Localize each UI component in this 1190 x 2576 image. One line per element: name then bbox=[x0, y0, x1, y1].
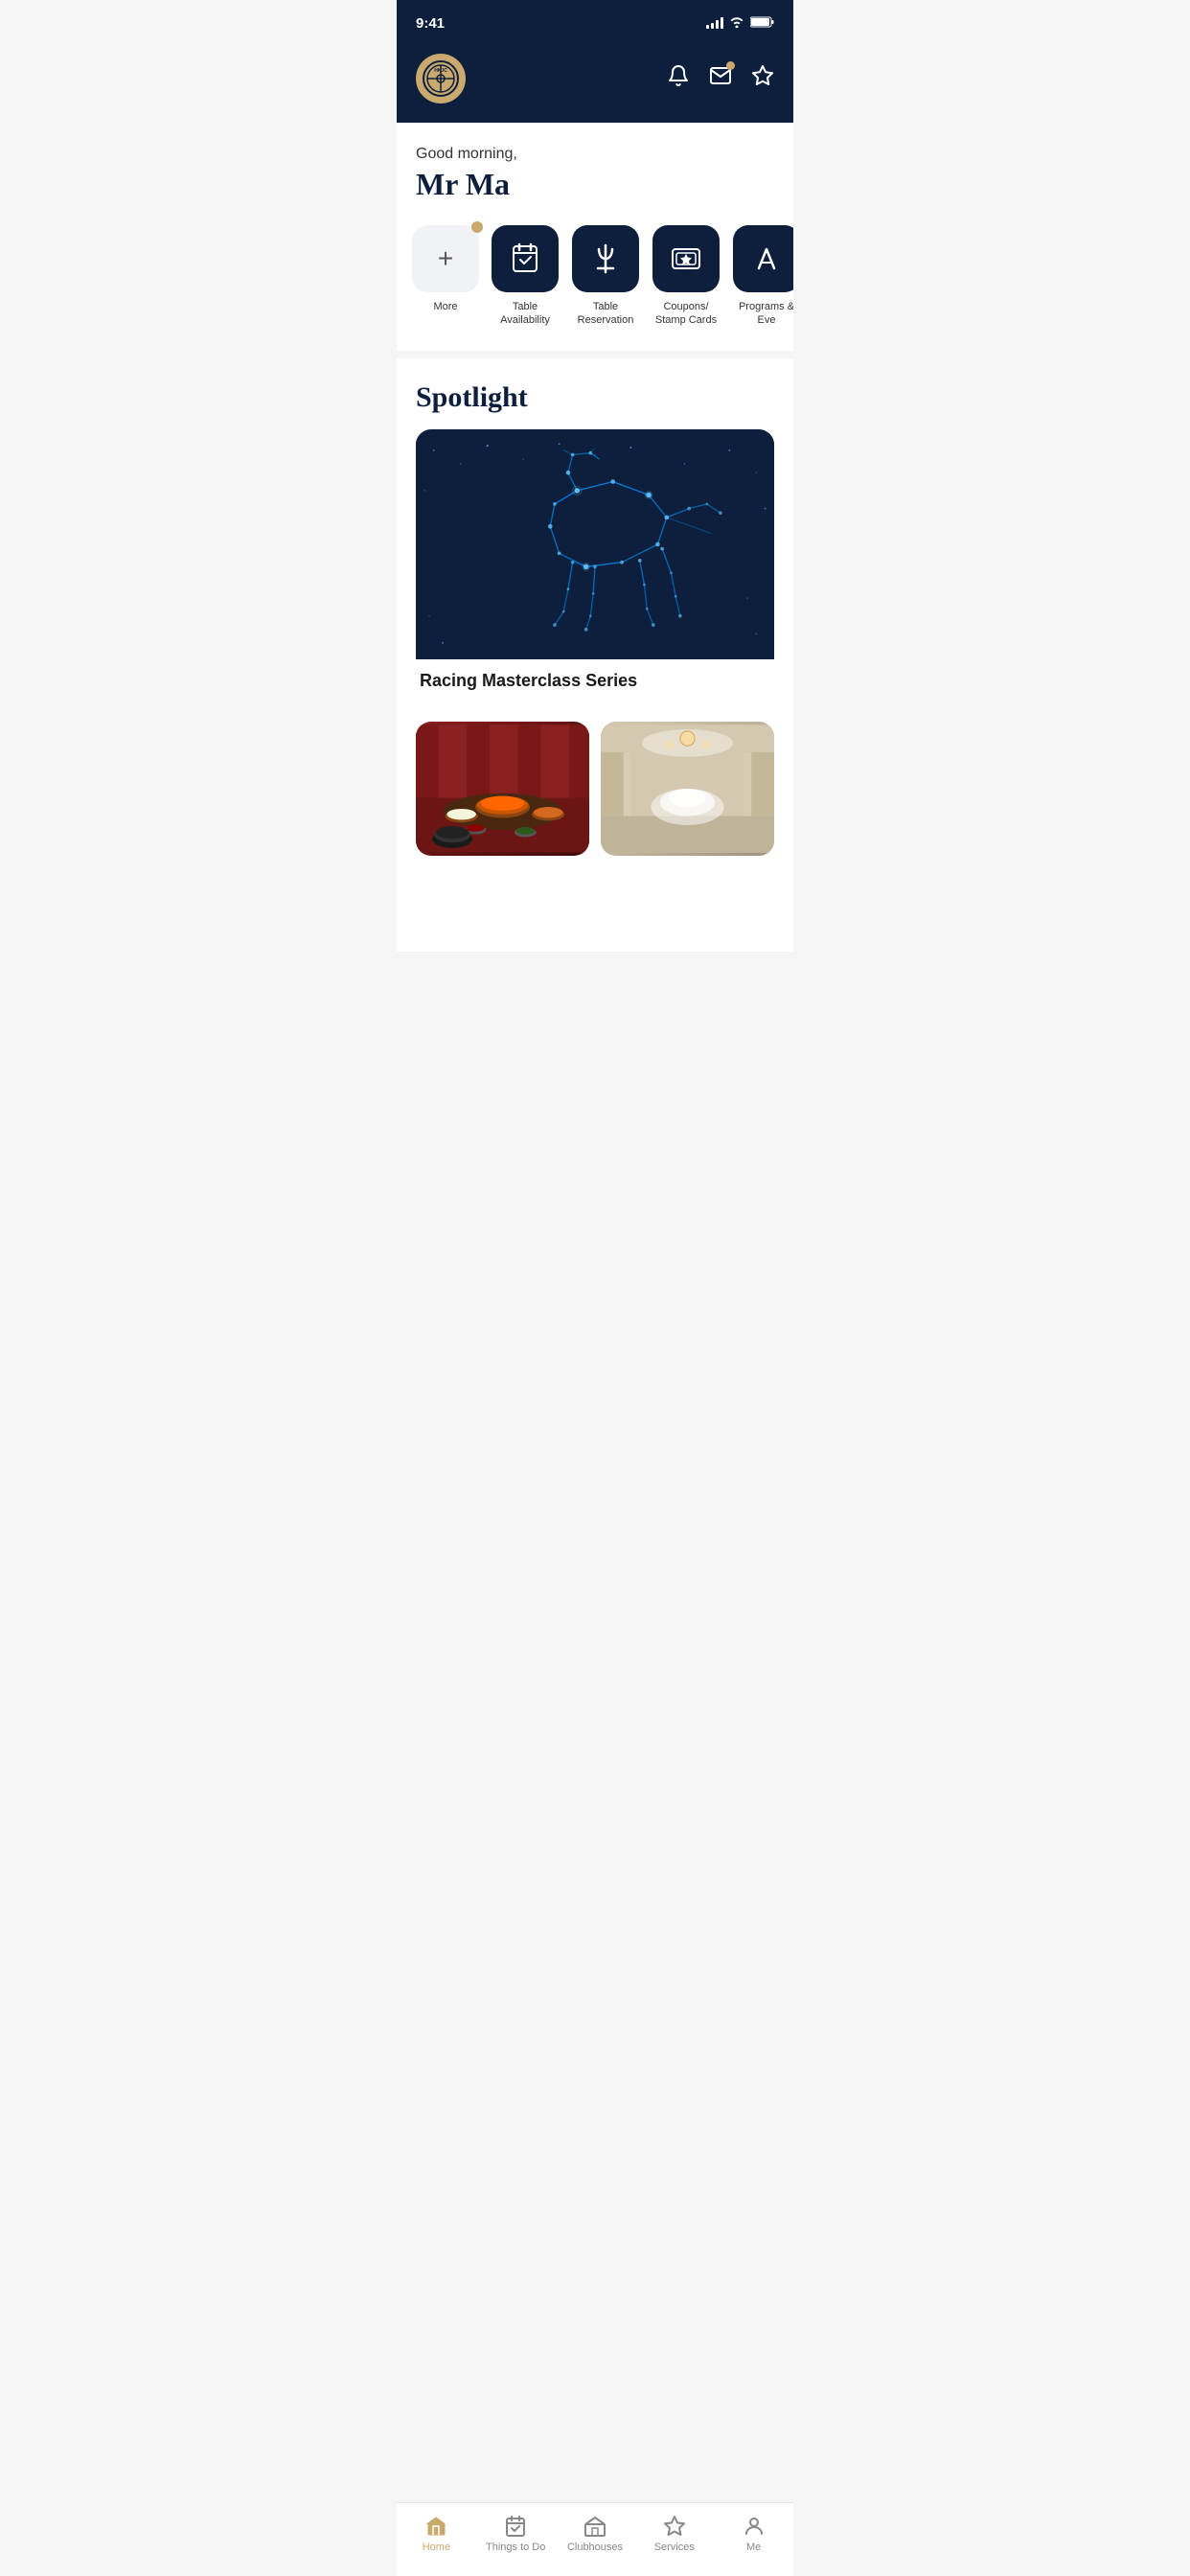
programs-icon-wrap bbox=[733, 225, 793, 292]
signal-icon bbox=[706, 17, 723, 29]
food-card[interactable] bbox=[416, 722, 589, 856]
messages-badge bbox=[726, 61, 735, 70]
spotlight-title: Spotlight bbox=[416, 381, 774, 414]
spotlight-section: Spotlight bbox=[397, 358, 793, 706]
more-icon-wrap: + bbox=[412, 225, 479, 292]
coupons-icon-wrap bbox=[652, 225, 720, 292]
venue-card[interactable] bbox=[601, 722, 774, 856]
messages-button[interactable] bbox=[709, 64, 732, 93]
action-programs[interactable]: Programs & Eve bbox=[732, 225, 793, 328]
nav-services-label: Services bbox=[654, 2542, 695, 2553]
nav-clubhouses[interactable]: Clubhouses bbox=[556, 2511, 635, 2557]
status-time: 9:41 bbox=[416, 15, 445, 32]
nav-services[interactable]: Services bbox=[634, 2511, 714, 2557]
coupons-label: Coupons/ Stamp Cards bbox=[652, 300, 721, 328]
nav-things-to-do-label: Things to Do bbox=[486, 2542, 545, 2553]
nav-home-label: Home bbox=[423, 2542, 450, 2553]
bottom-nav: Home Things to Do Clubhouses Services M bbox=[397, 2502, 793, 2576]
things-to-do-nav-icon bbox=[504, 2515, 527, 2538]
coupons-icon bbox=[669, 242, 703, 276]
action-coupons[interactable]: Coupons/ Stamp Cards bbox=[652, 225, 721, 328]
table-reservation-label: Table Reservation bbox=[571, 300, 640, 328]
quick-actions: + More Table Availability Table Rese bbox=[397, 218, 793, 351]
home-nav-icon bbox=[424, 2515, 447, 2538]
table-availability-label: Table Availability bbox=[491, 300, 560, 328]
spotlight-card[interactable]: Racing Masterclass Series bbox=[416, 429, 774, 691]
action-table-availability[interactable]: Table Availability bbox=[491, 225, 560, 328]
action-more[interactable]: + More bbox=[412, 225, 479, 328]
svg-text:HKJC: HKJC bbox=[434, 68, 447, 74]
programs-label: Programs & Eve bbox=[732, 300, 793, 328]
nav-clubhouses-label: Clubhouses bbox=[567, 2542, 623, 2553]
plus-icon: + bbox=[438, 245, 453, 272]
table-availability-icon-wrap bbox=[492, 225, 559, 292]
spotlight-card-title: Racing Masterclass Series bbox=[416, 671, 774, 691]
header-actions bbox=[667, 64, 774, 93]
spotlight-image bbox=[416, 429, 774, 659]
wifi-icon bbox=[729, 16, 744, 31]
venue-card-image bbox=[601, 722, 774, 856]
table-reservation-icon-wrap bbox=[572, 225, 639, 292]
app-logo[interactable]: HKJC bbox=[416, 54, 466, 104]
more-label: More bbox=[433, 300, 457, 313]
action-table-reservation[interactable]: Table Reservation bbox=[571, 225, 640, 328]
table-reservation-icon bbox=[588, 242, 623, 276]
nav-me[interactable]: Me bbox=[714, 2511, 793, 2557]
notification-button[interactable] bbox=[667, 64, 690, 93]
greeting-name: Mr Ma bbox=[416, 167, 774, 202]
more-badge bbox=[471, 221, 483, 233]
nav-things-to-do[interactable]: Things to Do bbox=[476, 2511, 556, 2557]
programs-icon bbox=[749, 242, 784, 276]
food-card-image bbox=[416, 722, 589, 856]
greeting-section: Good morning, Mr Ma bbox=[397, 123, 793, 218]
greeting-sub: Good morning, bbox=[416, 146, 774, 163]
nav-me-label: Me bbox=[746, 2542, 761, 2553]
services-nav-icon bbox=[663, 2515, 686, 2538]
battery-icon bbox=[750, 16, 774, 31]
cards-row bbox=[397, 706, 793, 952]
clubhouses-nav-icon bbox=[584, 2515, 606, 2538]
status-icons bbox=[706, 16, 774, 31]
status-bar: 9:41 bbox=[397, 0, 793, 42]
me-nav-icon bbox=[743, 2515, 766, 2538]
nav-home[interactable]: Home bbox=[397, 2511, 476, 2557]
app-header: HKJC bbox=[397, 42, 793, 123]
table-availability-icon bbox=[508, 242, 542, 276]
favorites-button[interactable] bbox=[751, 64, 774, 93]
